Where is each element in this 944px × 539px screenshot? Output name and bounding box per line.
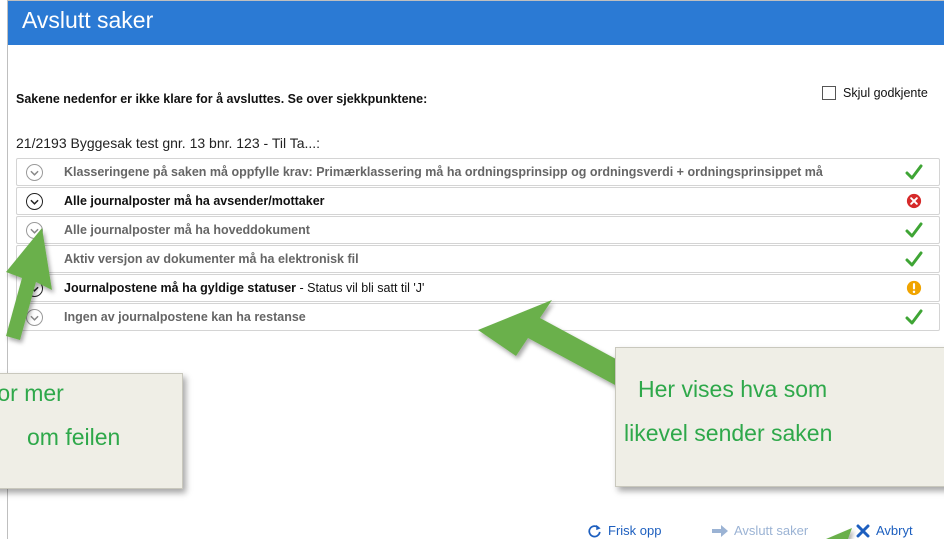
checkpoint-label: Aktiv versjon av dokumenter må ha elektr… xyxy=(64,252,359,266)
expand-chevron-icon[interactable] xyxy=(26,309,43,326)
checkpoint-label: Alle journalposter må ha hoveddokument xyxy=(64,223,310,237)
cancel-x-icon xyxy=(856,524,870,537)
callout-left-line1: for mer xyxy=(0,380,64,406)
checkpoint-row[interactable]: Alle journalposter må ha avsender/mottak… xyxy=(16,187,940,215)
expand-chevron-icon[interactable] xyxy=(26,280,43,297)
arrow-right-icon xyxy=(712,524,728,537)
callout-right-line1: Her vises hva som xyxy=(638,376,828,402)
hide-approved-checkbox[interactable] xyxy=(822,86,836,100)
close-cases-label: Avslutt saker xyxy=(734,523,809,538)
refresh-icon xyxy=(588,524,601,537)
callout-left-line2: om feilen xyxy=(27,424,121,450)
checkpoint-row[interactable]: Journalpostene må ha gyldige statuser - … xyxy=(16,274,940,302)
action-bar: Frisk opp Avslutt saker Avbryt xyxy=(0,521,944,539)
callout-left: for mer om feilen xyxy=(0,373,183,489)
expand-chevron-icon[interactable] xyxy=(26,164,43,181)
checkpoint-row[interactable]: Aktiv versjon av dokumenter må ha elektr… xyxy=(16,245,940,273)
hide-approved-label: Skjul godkjente xyxy=(843,86,928,100)
expand-chevron-icon[interactable] xyxy=(26,222,43,239)
window-title: Avslutt saker xyxy=(22,7,154,33)
ok-check-icon xyxy=(905,221,923,239)
refresh-label: Frisk opp xyxy=(608,523,662,538)
close-cases-button[interactable]: Avslutt saker xyxy=(712,523,808,538)
cancel-label: Avbryt xyxy=(876,523,913,538)
checkpoint-detail: - Status vil bli satt til 'J' xyxy=(296,281,425,295)
case-title: 21/2193 Byggesak test gnr. 13 bnr. 123 -… xyxy=(16,135,321,151)
ok-check-icon xyxy=(905,163,923,181)
expand-chevron-icon[interactable] xyxy=(26,193,43,210)
refresh-button[interactable]: Frisk opp xyxy=(587,523,661,538)
checkpoint-row[interactable]: Alle journalposter må ha hoveddokument xyxy=(16,216,940,244)
checkpoint-row[interactable]: Klasseringene på saken må oppfylle krav:… xyxy=(16,158,940,186)
warning-icon xyxy=(905,279,923,297)
checkpoint-label: Alle journalposter må ha avsender/mottak… xyxy=(64,194,325,208)
expand-chevron-icon[interactable] xyxy=(26,251,43,268)
checkpoint-label: Journalpostene må ha gyldige statuser - … xyxy=(64,281,425,295)
ok-check-icon xyxy=(905,308,923,326)
checkpoint-list: Klasseringene på saken må oppfylle krav:… xyxy=(16,158,940,332)
cancel-button[interactable]: Avbryt xyxy=(856,523,913,538)
instruction-text: Sakene nedenfor er ikke klare for å avsl… xyxy=(16,92,428,106)
title-bar: Avslutt saker xyxy=(8,1,944,45)
ok-check-icon xyxy=(905,250,923,268)
hide-approved-toggle[interactable]: Skjul godkjente xyxy=(822,86,928,100)
callout-right-line2: likevel sender saken xyxy=(624,420,833,446)
error-icon xyxy=(905,192,923,210)
checkpoint-label: Klasseringene på saken må oppfylle krav:… xyxy=(64,165,823,179)
checkpoint-label: Ingen av journalpostene kan ha restanse xyxy=(64,310,306,324)
callout-right: Her vises hva som likevel sender saken xyxy=(615,347,944,487)
checkpoint-row[interactable]: Ingen av journalpostene kan ha restanse xyxy=(16,303,940,331)
